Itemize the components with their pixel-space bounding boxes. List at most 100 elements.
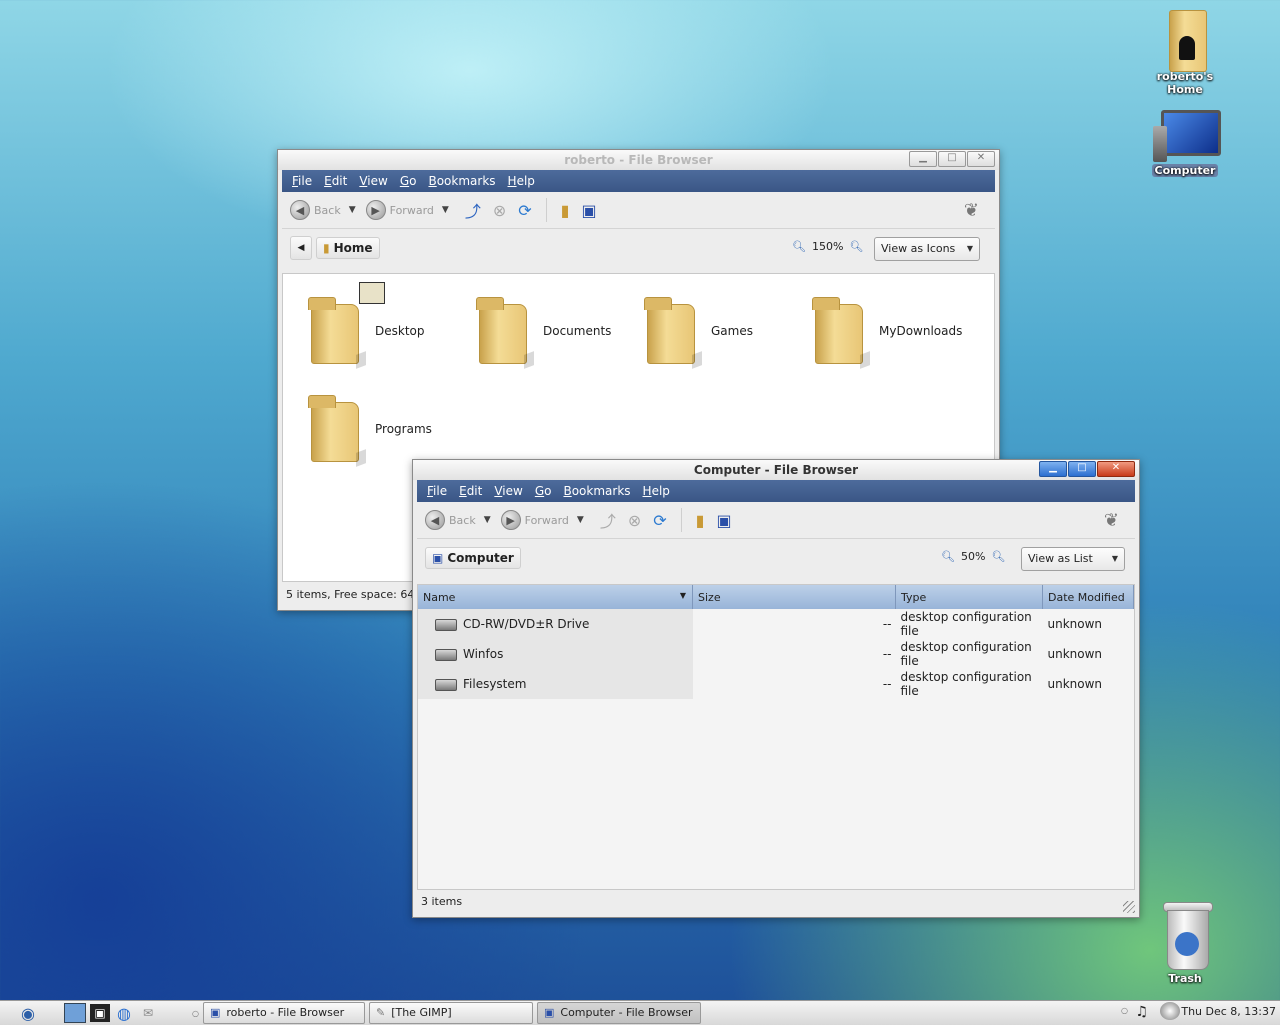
window-titlebar[interactable]: roberto - File Browser ▁ □ ✕	[278, 150, 999, 170]
zoom-in-icon[interactable]: 🔍︎	[849, 240, 863, 253]
maximize-button[interactable]: □	[1068, 461, 1096, 477]
close-button[interactable]: ✕	[1097, 461, 1135, 477]
network-icon[interactable]	[1160, 1002, 1180, 1020]
back-button[interactable]: ◀ Back	[425, 510, 476, 530]
menu-bookmarks[interactable]: Bookmarks	[557, 484, 636, 498]
forward-history-dropdown[interactable]: ▼	[442, 205, 449, 215]
computer-icon[interactable]: ▣	[716, 511, 731, 530]
gnome-foot-icon: ❦	[1103, 510, 1119, 531]
menu-edit[interactable]: Edit	[318, 174, 353, 188]
resize-grip-icon[interactable]	[1123, 901, 1135, 913]
task-label: Computer - File Browser	[560, 1006, 693, 1019]
zoom-control: 🔍︎ 150% 🔍︎	[792, 240, 863, 253]
column-header-type[interactable]: Type	[895, 585, 1043, 609]
terminal-icon[interactable]: ▣	[90, 1004, 110, 1022]
menu-file[interactable]: File	[286, 174, 318, 188]
breadcrumb-home[interactable]: ▮ Home	[316, 237, 380, 259]
zoom-in-icon[interactable]: 🔍︎	[991, 550, 1005, 563]
row-name: CD-RW/DVD±R Drive	[463, 617, 590, 631]
zoom-out-icon[interactable]: 🔍︎	[792, 240, 806, 253]
up-arrow-icon[interactable]: ⤴	[600, 508, 616, 532]
stop-icon[interactable]: ⊗	[628, 511, 641, 530]
desktop-icon-trash[interactable]: Trash	[1135, 902, 1235, 985]
zoom-level[interactable]: 50%	[961, 550, 985, 563]
menu-file[interactable]: File	[421, 484, 453, 498]
row-type: desktop configuration file	[900, 670, 1032, 698]
table-row[interactable]: Winfos -- desktop configuration file unk…	[418, 639, 1134, 669]
main-menu-icon[interactable]: ◉	[18, 1004, 38, 1023]
reload-icon[interactable]: ⟳	[653, 511, 666, 530]
forward-label: Forward	[524, 513, 569, 527]
folder-icon	[308, 395, 359, 462]
folder-item[interactable]	[475, 294, 545, 364]
menu-help[interactable]: Help	[502, 174, 541, 188]
menu-go[interactable]: Go	[529, 484, 558, 498]
folder-item[interactable]	[643, 294, 713, 364]
folder-item[interactable]	[307, 392, 377, 462]
trash-icon	[1161, 902, 1213, 972]
close-button[interactable]: ✕	[967, 151, 995, 167]
forward-history-dropdown[interactable]: ▼	[577, 515, 584, 525]
toolbar-separator	[680, 508, 682, 532]
task-gimp[interactable]: ✎ [The GIMP]	[368, 1002, 533, 1024]
menu-help[interactable]: Help	[637, 484, 676, 498]
back-history-dropdown[interactable]: ▼	[484, 515, 491, 525]
music-icon[interactable]: ♫	[1135, 1004, 1148, 1020]
minimize-button[interactable]: ▁	[1039, 461, 1067, 477]
gnome-foot-icon: ❦	[963, 200, 979, 221]
maximize-button[interactable]: □	[938, 151, 966, 167]
back-arrow-icon: ◀	[290, 200, 310, 220]
mail-icon[interactable]: ✉	[138, 1004, 158, 1022]
table-row[interactable]: Filesystem -- desktop configuration file…	[418, 669, 1134, 699]
menu-go[interactable]: Go	[394, 174, 423, 188]
menu-edit[interactable]: Edit	[453, 484, 488, 498]
view-mode-select[interactable]: View as List	[1021, 547, 1125, 571]
task-home-file-browser[interactable]: ▣ roberto - File Browser	[202, 1002, 365, 1024]
location-bar: ◀ ▮ Home 🔍︎ 150% 🔍︎ View as Icons	[282, 229, 995, 267]
column-header-size[interactable]: Size	[692, 585, 896, 609]
minimize-button[interactable]: ▁	[909, 151, 937, 167]
zoom-out-icon[interactable]: 🔍︎	[941, 550, 955, 563]
zoom-level[interactable]: 150%	[812, 240, 843, 253]
stop-icon[interactable]: ⊗	[493, 201, 506, 220]
folder-label[interactable]: Desktop	[375, 324, 425, 338]
task-computer-file-browser[interactable]: ▣ Computer - File Browser	[536, 1002, 701, 1024]
reload-icon[interactable]: ⟳	[518, 201, 531, 220]
web-browser-icon[interactable]: ◍	[114, 1004, 134, 1023]
home-icon[interactable]: ▮	[561, 201, 570, 220]
table-row[interactable]: CD-RW/DVD±R Drive -- desktop configurati…	[418, 609, 1134, 639]
task-label: roberto - File Browser	[226, 1006, 345, 1019]
computer-icon[interactable]: ▣	[581, 201, 596, 220]
folder-label[interactable]: MyDownloads	[879, 324, 962, 338]
path-scroll-left-button[interactable]: ◀	[290, 236, 312, 260]
folder-item[interactable]	[811, 294, 881, 364]
row-modified: unknown	[1047, 647, 1103, 661]
show-desktop-icon[interactable]	[64, 1003, 86, 1023]
toolbar: ◀ Back ▼ ▶ Forward ▼ ⤴ ⊗ ⟳ ▮ ▣ ❦	[282, 192, 995, 229]
menu-view[interactable]: View	[353, 174, 393, 188]
row-name: Filesystem	[463, 677, 527, 691]
up-arrow-icon[interactable]: ⤴	[465, 198, 481, 222]
clock[interactable]: Thu Dec 8, 13:37	[1181, 1005, 1276, 1018]
back-history-dropdown[interactable]: ▼	[349, 205, 356, 215]
row-type: desktop configuration file	[900, 640, 1032, 668]
folder-label[interactable]: Documents	[543, 324, 611, 338]
menu-view[interactable]: View	[488, 484, 528, 498]
home-icon[interactable]: ▮	[696, 511, 705, 530]
forward-button[interactable]: ▶ Forward	[365, 200, 434, 220]
column-header-name[interactable]: Name ▼	[418, 585, 693, 609]
forward-label: Forward	[389, 203, 434, 217]
window-titlebar[interactable]: Computer - File Browser ▁ □ ✕	[413, 460, 1139, 480]
forward-button[interactable]: ▶ Forward	[500, 510, 569, 530]
folder-label[interactable]: Programs	[375, 422, 432, 436]
view-mode-select[interactable]: View as Icons	[874, 237, 980, 261]
breadcrumb-computer[interactable]: ▣ Computer	[425, 547, 521, 569]
toolbar-separator	[545, 198, 547, 222]
menu-bookmarks[interactable]: Bookmarks	[422, 174, 501, 188]
desktop-icon-home[interactable]: roberto's Home	[1135, 6, 1235, 96]
back-button[interactable]: ◀ Back	[290, 200, 341, 220]
folder-item[interactable]	[307, 294, 377, 364]
column-header-date-modified[interactable]: Date Modified	[1042, 585, 1134, 609]
folder-label[interactable]: Games	[711, 324, 753, 338]
desktop-icon-computer[interactable]: Computer	[1135, 108, 1235, 177]
